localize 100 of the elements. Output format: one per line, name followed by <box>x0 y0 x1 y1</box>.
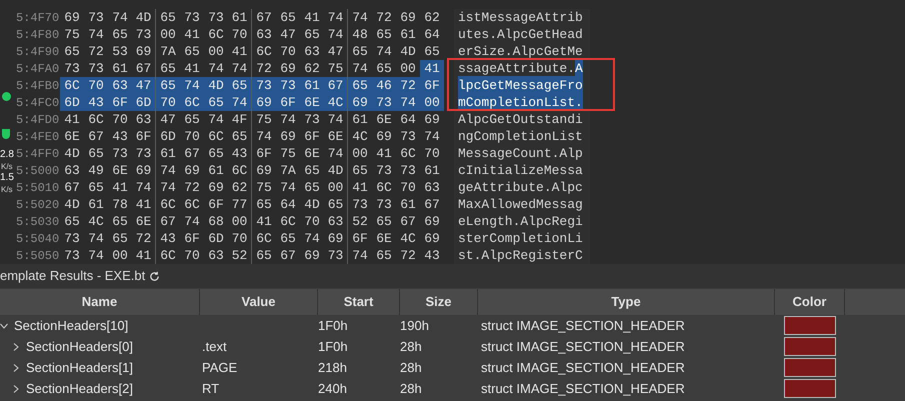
hex-byte: 72 <box>399 247 417 264</box>
hex-byte: 6C <box>159 247 177 264</box>
hex-byte: 61 <box>399 196 417 213</box>
hex-byte: 6F <box>351 230 369 247</box>
hex-byte: 41 <box>303 9 321 26</box>
expand-chevron-icon[interactable] <box>12 364 20 372</box>
hex-byte: 72 <box>375 9 393 26</box>
hex-byte: 73 <box>63 247 81 264</box>
hex-byte: 69 <box>399 9 417 26</box>
selected-hex-byte: 65 <box>204 94 228 111</box>
expand-chevron-icon[interactable] <box>12 384 20 392</box>
hex-byte: 73 <box>63 60 81 77</box>
hex-byte: 70 <box>228 26 252 43</box>
hex-byte: 73 <box>399 162 417 179</box>
hex-byte: 4C <box>399 230 417 247</box>
hex-byte: 7A <box>279 162 297 179</box>
hex-byte: 00 <box>351 145 369 162</box>
table-cell: PAGE <box>202 360 238 375</box>
hex-byte: 63 <box>132 111 156 128</box>
selected-hex-byte: 6F <box>108 94 132 111</box>
hex-byte: 70 <box>279 43 297 60</box>
hex-byte: 00 <box>228 213 252 230</box>
hex-byte: 69 <box>207 179 225 196</box>
hex-byte: 63 <box>423 179 441 196</box>
hex-address: 5:5000 <box>16 164 60 178</box>
hex-byte: 7A <box>159 43 177 60</box>
hex-byte: 65 <box>303 179 321 196</box>
hex-byte: 74 <box>159 179 177 196</box>
hex-byte: 69 <box>63 9 81 26</box>
hex-byte: 69 <box>423 213 441 230</box>
hex-byte: 43 <box>159 230 177 247</box>
hex-address: 5:5020 <box>16 198 60 212</box>
selected-hex-byte: 70 <box>84 77 108 94</box>
hex-byte: 77 <box>228 196 252 213</box>
hex-byte: 6E <box>375 230 393 247</box>
hex-byte: 43 <box>111 128 129 145</box>
hex-byte: 67 <box>87 128 105 145</box>
hex-byte: 64 <box>423 26 441 43</box>
refresh-icon[interactable] <box>149 270 160 282</box>
table-cell: struct IMAGE_SECTION_HEADER <box>481 318 685 333</box>
hex-byte: 41 <box>375 145 393 162</box>
hex-byte: 74 <box>207 111 225 128</box>
hex-byte: 4D <box>63 196 81 213</box>
collapse-chevron-icon[interactable] <box>0 322 8 330</box>
level-indicator-icon <box>2 129 10 139</box>
hex-byte: 65 <box>303 26 321 43</box>
selected-hex-byte: 6E <box>300 94 324 111</box>
hex-byte: 74 <box>351 9 369 26</box>
hex-byte: 6E <box>132 213 156 230</box>
hex-address: 5:5010 <box>16 180 60 194</box>
hex-byte: 67 <box>183 145 201 162</box>
hex-byte: 65 <box>423 43 441 60</box>
hex-byte: 65 <box>375 26 393 43</box>
selected-hex-byte: 74 <box>180 77 204 94</box>
hex-byte: 6C <box>279 213 297 230</box>
hex-byte: 73 <box>303 111 321 128</box>
selected-hex-byte: 74 <box>228 94 252 111</box>
hex-byte: 73 <box>351 196 369 213</box>
hex-byte: 65 <box>375 213 393 230</box>
hex-byte: 75 <box>279 145 297 162</box>
hex-byte: 65 <box>324 196 348 213</box>
hex-byte: 70 <box>303 213 321 230</box>
hex-byte: 74 <box>324 26 348 43</box>
hex-address: 5:4F70 <box>16 10 60 24</box>
table-cell: struct IMAGE_SECTION_HEADER <box>481 380 685 396</box>
hex-byte: 65 <box>375 247 393 264</box>
hex-byte: 6F <box>183 230 201 247</box>
hex-byte: 6E <box>375 111 393 128</box>
hex-byte: 74 <box>132 179 156 196</box>
table-cell: 28h <box>400 338 422 354</box>
hex-byte: 67 <box>255 9 273 26</box>
hex-byte: 65 <box>228 128 252 145</box>
tree-item-name[interactable]: SectionHeaders[10] <box>14 316 128 336</box>
hex-byte: 69 <box>303 247 321 264</box>
hex-byte: 73 <box>375 162 393 179</box>
hex-byte: 64 <box>279 196 297 213</box>
ascii-text: utes.AlpcGetHead <box>458 26 583 44</box>
hex-byte: 41 <box>183 26 201 43</box>
tree-item-name[interactable]: SectionHeaders[1] <box>26 358 133 378</box>
hex-byte: 41 <box>111 179 129 196</box>
hex-byte: 70 <box>183 128 201 145</box>
hex-byte: 61 <box>87 196 105 213</box>
tree-item-name[interactable]: SectionHeaders[0] <box>26 336 133 356</box>
tree-item-name[interactable]: SectionHeaders[2] <box>26 378 133 398</box>
hex-byte: 72 <box>132 230 156 247</box>
hex-byte: 73 <box>375 196 393 213</box>
hex-byte: 65 <box>63 213 81 230</box>
hex-byte: 74 <box>303 230 321 247</box>
selected-hex-byte: 63 <box>108 77 132 94</box>
expand-chevron-icon[interactable] <box>12 342 20 350</box>
table-cell: RT <box>202 380 220 396</box>
hex-byte: 61 <box>228 9 252 26</box>
hex-byte: 75 <box>255 179 273 196</box>
hex-byte: 65 <box>183 111 201 128</box>
hex-byte: 6F <box>255 145 273 162</box>
hex-byte: 41 <box>255 213 273 230</box>
table-cell: 1F0h <box>318 338 348 354</box>
hex-byte: 4D <box>324 162 348 179</box>
selected-hex-byte: 43 <box>84 94 108 111</box>
hex-byte: 74 <box>87 247 105 264</box>
